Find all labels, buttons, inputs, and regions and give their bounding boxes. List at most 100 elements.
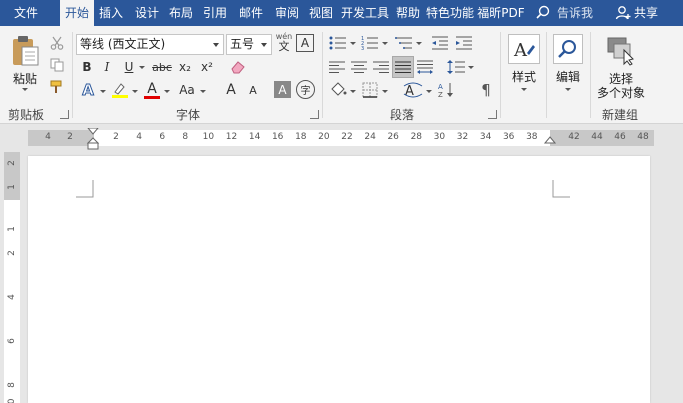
- paste-button[interactable]: [8, 34, 42, 68]
- styles-label[interactable]: 样式: [508, 68, 540, 85]
- editing-button[interactable]: [553, 34, 583, 64]
- bullets-button[interactable]: [328, 34, 348, 52]
- line-spacing-dropdown-icon[interactable]: [468, 66, 474, 69]
- tab-design[interactable]: 设计: [130, 0, 164, 26]
- distributed-button[interactable]: [416, 58, 434, 76]
- show-marks-button[interactable]: ¶: [476, 80, 496, 100]
- search-icon[interactable]: [535, 5, 551, 21]
- tab-references[interactable]: 引用: [198, 0, 232, 26]
- borders-button[interactable]: [360, 80, 380, 100]
- styles-gallery-button[interactable]: A: [508, 34, 540, 64]
- editing-dropdown-icon[interactable]: [565, 88, 571, 91]
- numbering-dropdown-icon[interactable]: [382, 42, 388, 45]
- shrink-font-button[interactable]: A: [244, 80, 262, 100]
- tab-file[interactable]: 文件: [4, 0, 48, 26]
- tab-layout[interactable]: 布局: [165, 0, 197, 26]
- paste-dropdown-icon[interactable]: [22, 88, 28, 91]
- increase-indent-button[interactable]: [454, 34, 474, 52]
- ruler-strip[interactable]: 4 2 2 4 6 8 10 12 14 16 18 20 22 24 26 28 30 32 34 36 38 42 44…: [28, 128, 654, 150]
- change-case-button[interactable]: Aa: [176, 80, 198, 100]
- font-size-combo[interactable]: 五号: [226, 34, 272, 55]
- subscript-button[interactable]: x₂: [176, 58, 194, 76]
- vertical-scrollbar[interactable]: [666, 152, 683, 403]
- tab-foxit-pdf[interactable]: 福昕PDF: [476, 0, 526, 26]
- tab-view[interactable]: 视图: [304, 0, 338, 26]
- underline-dropdown-icon[interactable]: [139, 66, 145, 69]
- copy-button[interactable]: [48, 56, 66, 74]
- numbering-button[interactable]: 1 2 3: [360, 34, 380, 52]
- ruler-number: 46: [614, 132, 626, 142]
- enclose-chars-button[interactable]: 字: [296, 80, 315, 99]
- tab-help[interactable]: 帮助: [391, 0, 425, 26]
- tab-features[interactable]: 特色功能: [426, 0, 474, 26]
- tell-me-box[interactable]: 告诉我: [557, 0, 593, 26]
- indent-markers-icon[interactable]: [86, 128, 100, 150]
- select-label-2[interactable]: 多个对象: [594, 84, 648, 101]
- shading-dropdown-icon[interactable]: [350, 90, 356, 93]
- tab-review[interactable]: 审阅: [270, 0, 304, 26]
- ruler-number: 4: [136, 132, 142, 142]
- grow-font-button[interactable]: A: [222, 80, 240, 100]
- phonetic-guide-button[interactable]: wén 文: [274, 32, 294, 54]
- ruler-left-margin: [28, 130, 94, 146]
- text-effects-dropdown-icon[interactable]: [100, 90, 106, 93]
- cut-button[interactable]: [48, 34, 66, 52]
- editing-label[interactable]: 编辑: [553, 68, 583, 85]
- highlight-dropdown-icon[interactable]: [132, 90, 138, 93]
- change-case-dropdown-icon[interactable]: [200, 90, 206, 93]
- paragraph-launcher-icon[interactable]: [488, 110, 497, 119]
- document-page[interactable]: [28, 156, 650, 403]
- font-color-glyph: A: [147, 80, 157, 97]
- tab-home[interactable]: 开始: [60, 0, 94, 27]
- bullets-dropdown-icon[interactable]: [350, 42, 356, 45]
- clipboard-launcher-icon[interactable]: [60, 110, 69, 119]
- char-border-button[interactable]: A: [296, 34, 314, 52]
- borders-dropdown-icon[interactable]: [382, 90, 388, 93]
- shading-button[interactable]: [328, 80, 348, 100]
- share-button[interactable]: 共享: [634, 0, 658, 26]
- align-right-button[interactable]: [372, 58, 390, 76]
- justify-button[interactable]: [392, 56, 414, 78]
- char-shading-button[interactable]: A: [274, 81, 291, 98]
- crop-mark-icon: [552, 180, 570, 198]
- person-icon[interactable]: [615, 5, 631, 21]
- line-spacing-button[interactable]: [446, 58, 466, 76]
- styles-dropdown-icon[interactable]: [521, 88, 527, 91]
- decrease-indent-button[interactable]: [430, 34, 450, 52]
- group-separator: [322, 32, 323, 118]
- font-color-dropdown-icon[interactable]: [164, 90, 170, 93]
- multilevel-list-button[interactable]: [394, 34, 414, 52]
- ruler-number: 10: [202, 132, 215, 142]
- strikethrough-button[interactable]: abc: [150, 58, 174, 76]
- asian-layout-button[interactable]: A: [402, 80, 424, 100]
- right-indent-icon[interactable]: [544, 136, 556, 146]
- tab-developer[interactable]: 开发工具: [340, 0, 390, 26]
- clear-formatting-button[interactable]: [228, 58, 248, 76]
- multilevel-dropdown-icon[interactable]: [416, 42, 422, 45]
- text-effects-button[interactable]: A: [78, 80, 98, 100]
- select-multiple-objects-button[interactable]: [604, 34, 638, 68]
- font-color-button[interactable]: A: [142, 80, 162, 100]
- italic-button[interactable]: I: [98, 58, 116, 76]
- new-group-label: 新建组: [602, 108, 639, 122]
- font-name-combo[interactable]: 等线 (西文正文): [76, 34, 224, 55]
- sort-button[interactable]: A Z: [436, 80, 456, 100]
- align-center-button[interactable]: [350, 58, 368, 76]
- bold-button[interactable]: B: [78, 58, 96, 76]
- asian-layout-dropdown-icon[interactable]: [426, 90, 432, 93]
- tab-insert[interactable]: 插入: [94, 0, 128, 26]
- paste-label[interactable]: 粘贴: [10, 70, 40, 87]
- justify-icon: [395, 61, 411, 73]
- vertical-ruler[interactable]: 211246810: [4, 152, 20, 403]
- superscript-button[interactable]: x²: [198, 58, 216, 76]
- ruler-number: 4: [45, 132, 51, 142]
- font-launcher-icon[interactable]: [310, 110, 319, 119]
- align-left-button[interactable]: [328, 58, 346, 76]
- ruler-number: 2: [7, 160, 17, 166]
- ruler-number: 1: [7, 226, 17, 232]
- svg-text:A: A: [438, 83, 443, 91]
- format-painter-button[interactable]: [48, 78, 66, 96]
- tab-mailings[interactable]: 邮件: [234, 0, 268, 26]
- highlight-button[interactable]: [110, 80, 130, 100]
- underline-button[interactable]: U: [120, 58, 138, 76]
